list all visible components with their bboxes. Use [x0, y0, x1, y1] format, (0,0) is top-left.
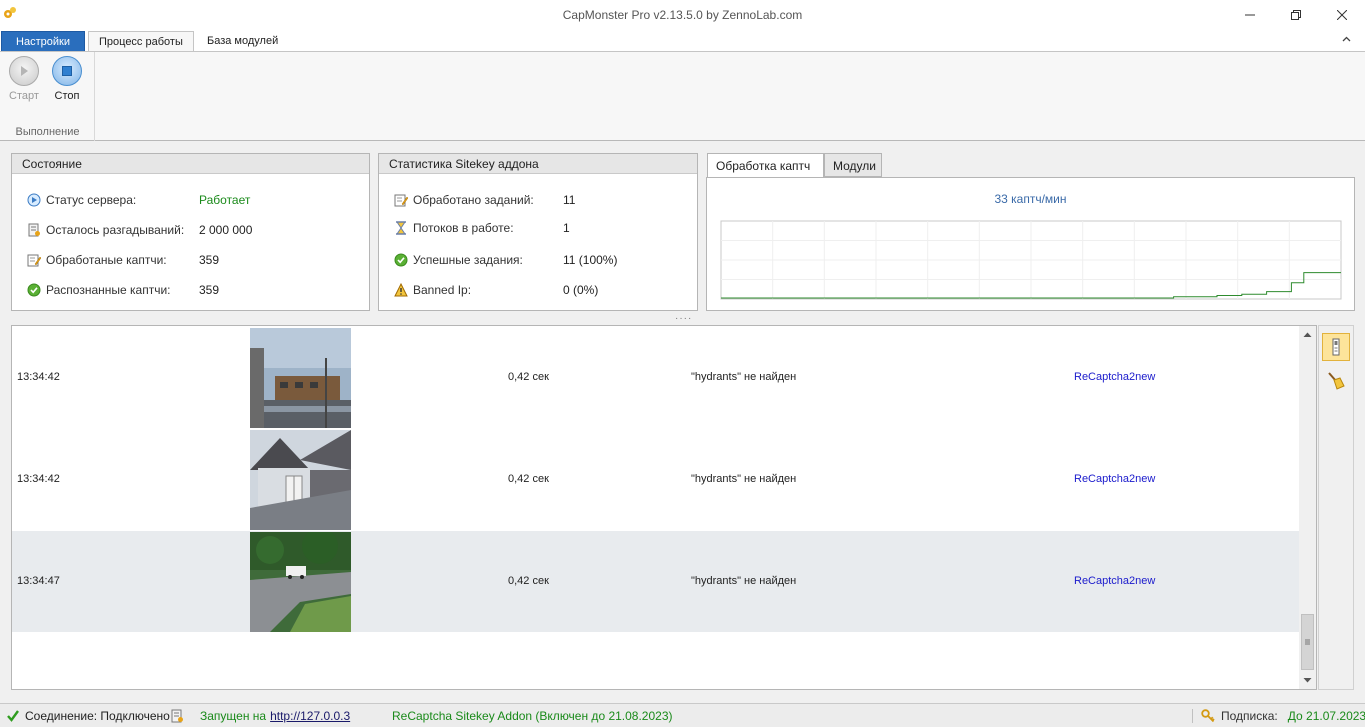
chart-panel: 33 каптч/мин: [706, 177, 1355, 311]
autoscroll-button[interactable]: [1322, 333, 1350, 361]
log-result: "hydrants" не найден: [691, 575, 797, 587]
chevron-up-icon: [1342, 36, 1351, 42]
server-status-value: Работает: [199, 193, 251, 207]
check-icon: [26, 282, 42, 298]
subscription-date: До 21.07.2023: [1287, 709, 1365, 723]
running-status: Запущен на http://127.0.0.3: [170, 709, 350, 723]
tasks-processed-row: Обработано заданий: 11: [393, 192, 575, 208]
tasks-processed-value: 11: [563, 193, 576, 207]
edit-doc-icon: [393, 192, 409, 208]
captcha-thumbnail: [250, 532, 351, 632]
remaining-value: 2 000 000: [199, 223, 253, 237]
ribbon-tabs: Настройки Процесс работы База модулей: [0, 30, 1365, 53]
restore-button[interactable]: [1273, 0, 1319, 30]
connection-status: Соединение: Подключено: [6, 709, 170, 723]
check-mark-icon: [7, 710, 19, 722]
addon-stats-panel: Статистика Sitekey аддона Обработано зад…: [378, 153, 698, 311]
log-module-link[interactable]: ReCaptcha2new: [1074, 473, 1155, 485]
hourglass-icon: [393, 220, 409, 236]
warning-icon: [393, 282, 409, 298]
autoscroll-icon: [1332, 338, 1340, 356]
table-row[interactable]: 13:34:42 0,42 сек "hydrants" не найден ReCa…: [12, 327, 1301, 428]
captcha-log-list: 13:34:42 0,42 сек "hydrants" не найден ReCa…: [11, 325, 1317, 690]
key-icon: [1201, 709, 1215, 723]
close-icon: [1337, 10, 1347, 20]
captcha-thumbnail: [250, 430, 351, 530]
tab-modules[interactable]: Модули: [824, 153, 882, 177]
log-result: "hydrants" не найден: [691, 371, 797, 383]
ribbon-group-label: Выполнение: [15, 126, 80, 138]
log-scrollbar[interactable]: [1299, 326, 1316, 689]
minimize-button[interactable]: [1227, 0, 1273, 30]
subscription-status: Подписка: До 21.07.2023: [1192, 709, 1365, 723]
tab-settings[interactable]: Настройки: [1, 31, 85, 52]
stop-icon: [52, 56, 82, 86]
edit-doc-icon: [26, 252, 42, 268]
counter-icon: [26, 222, 42, 238]
play-icon: [9, 56, 39, 86]
log-time: 13:34:42: [17, 473, 60, 485]
minimize-icon: [1245, 14, 1255, 16]
broom-icon: [1328, 372, 1345, 390]
captcha-thumbnail: [250, 328, 351, 428]
log-time: 13:34:42: [17, 371, 60, 383]
state-panel-title: Состояние: [12, 154, 369, 174]
log-module-link[interactable]: ReCaptcha2new: [1074, 575, 1155, 587]
threads-value: 1: [563, 221, 570, 235]
window-title: CapMonster Pro v2.13.5.0 by ZennoLab.com: [562, 8, 803, 22]
ribbon-body: Старт Стоп Выполнение: [0, 51, 1365, 141]
threads-row: Потоков в работе: 1: [393, 220, 570, 236]
stop-button[interactable]: Стоп: [47, 56, 87, 106]
restore-icon: [1291, 10, 1301, 20]
scroll-thumb[interactable]: [1301, 614, 1314, 670]
play-status-icon: [26, 192, 42, 208]
captcha-rate-chart: [720, 220, 1342, 300]
scroll-up-icon[interactable]: [1299, 328, 1316, 342]
status-bar: Соединение: Подключено Запущен на http:/…: [0, 703, 1365, 727]
recognized-row: Распознанные каптчи: 359: [26, 282, 219, 298]
ribbon-collapse-button[interactable]: [1342, 34, 1351, 45]
start-button[interactable]: Старт: [4, 56, 44, 106]
log-duration: 0,42 сек: [508, 371, 549, 383]
recognized-value: 359: [199, 283, 220, 297]
start-label: Старт: [9, 90, 39, 102]
server-status-row: Статус сервера: Работает: [26, 192, 250, 208]
title-bar: CapMonster Pro v2.13.5.0 by ZennoLab.com: [0, 0, 1365, 30]
processed-value: 359: [199, 253, 220, 267]
processed-row: Обработаные каптчи: 359: [26, 252, 219, 268]
clear-log-button[interactable]: [1325, 370, 1347, 392]
panel-splitter[interactable]: ····: [675, 313, 692, 324]
log-tools: [1318, 325, 1354, 690]
log-duration: 0,42 сек: [508, 575, 549, 587]
scroll-down-icon[interactable]: [1299, 673, 1316, 687]
log-module-link[interactable]: ReCaptcha2new: [1074, 371, 1155, 383]
successful-tasks-value: 11 (100%): [563, 253, 618, 267]
tab-workflow[interactable]: Процесс работы: [88, 31, 194, 53]
addon-panel-title: Статистика Sitekey аддона: [379, 154, 697, 174]
log-result: "hydrants" не найден: [691, 473, 797, 485]
server-doc-icon: [171, 709, 183, 723]
banned-ip-value: 0 (0%): [563, 283, 599, 297]
stop-label: Стоп: [54, 90, 80, 102]
rate-label: 33 каптч/мин: [994, 192, 1067, 206]
banned-ip-row: Banned Ip: 0 (0%): [393, 282, 598, 298]
successful-tasks-row: Успешные задания: 11 (100%): [393, 252, 617, 268]
tab-captcha-processing[interactable]: Обработка каптч: [707, 153, 824, 178]
ribbon-group-execution: Старт Стоп Выполнение: [0, 52, 95, 141]
server-url-link[interactable]: http://127.0.0.3: [270, 709, 350, 723]
tab-module-base[interactable]: База модулей: [197, 31, 288, 52]
remaining-row: Осталось разгадываний: 2 000 000: [26, 222, 252, 238]
check-icon: [393, 252, 409, 268]
log-time: 13:34:47: [17, 575, 60, 587]
table-row[interactable]: 13:34:47 0,42 сек "hydrants" не найден ReCa…: [12, 531, 1301, 632]
close-button[interactable]: [1319, 0, 1365, 30]
table-row[interactable]: 13:34:42 0,42 сек "hydrants" не найден ReCa…: [12, 429, 1301, 530]
state-panel: Состояние Статус сервера: Работает Остал…: [11, 153, 370, 311]
log-duration: 0,42 сек: [508, 473, 549, 485]
addon-status: ReCaptcha Sitekey Addon (Включен до 21.0…: [392, 709, 673, 723]
